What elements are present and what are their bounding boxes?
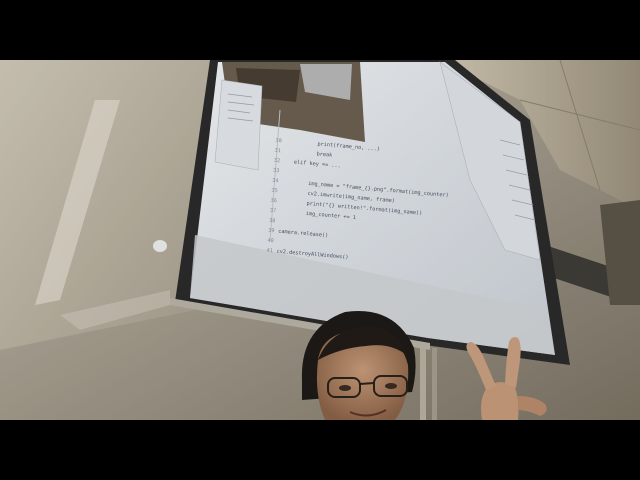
vignette — [0, 60, 640, 420]
letterbox-bottom — [0, 420, 640, 480]
letterbox-top — [0, 0, 640, 60]
scene-svg: 30 31 32 33 34 35 36 37 38 39 40 41 prin… — [0, 60, 640, 420]
photo-scene: 30 31 32 33 34 35 36 37 38 39 40 41 prin… — [0, 60, 640, 420]
